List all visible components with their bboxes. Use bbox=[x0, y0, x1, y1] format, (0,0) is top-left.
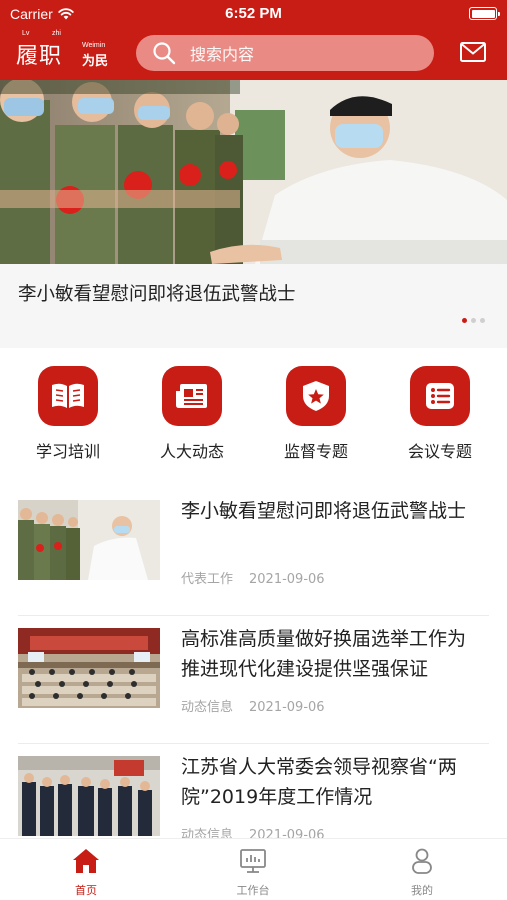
news-title: 江苏省人大常委会领导视察省“两院”2019年度工作情况 bbox=[181, 756, 457, 808]
news-meta: 动态信息 2021-09-06 bbox=[181, 696, 325, 715]
news-thumbnail bbox=[18, 500, 160, 580]
battery-icon bbox=[469, 7, 500, 20]
carousel-dot bbox=[480, 318, 485, 323]
category-study-training[interactable]: 学习培训 bbox=[18, 366, 118, 462]
news-thumbnail-image bbox=[18, 628, 160, 708]
newspaper-icon-tile bbox=[162, 366, 222, 426]
carousel-dot-active bbox=[462, 318, 467, 323]
list-icon-tile bbox=[410, 366, 470, 426]
carousel-indicator bbox=[462, 318, 485, 323]
logo-small-pinyin: Weimin bbox=[82, 42, 106, 49]
list-icon bbox=[426, 383, 454, 409]
user-icon bbox=[412, 848, 432, 874]
carousel-dot bbox=[471, 318, 476, 323]
banner-carousel[interactable] bbox=[0, 80, 507, 264]
tab-label: 工作台 bbox=[236, 884, 270, 897]
news-thumbnail bbox=[18, 756, 160, 836]
search-icon bbox=[153, 42, 176, 65]
category-label: 人大动态 bbox=[159, 442, 224, 461]
news-thumbnail bbox=[18, 628, 160, 708]
banner-image bbox=[0, 80, 507, 264]
police-badge-icon-tile bbox=[286, 366, 346, 426]
book-icon-tile bbox=[38, 366, 98, 426]
home-icon bbox=[73, 849, 99, 873]
logo-pinyin-2: zhi bbox=[52, 30, 61, 37]
tab-profile[interactable]: 我的 bbox=[382, 847, 462, 898]
search-placeholder: 搜索内容 bbox=[190, 45, 255, 64]
app-header: Carrier 6:52 PM Lv zhi 履职 Weimin 为民 搜索内容 bbox=[0, 0, 507, 80]
banner-caption: 李小敏看望慰问即将退伍武警战士 bbox=[18, 284, 296, 305]
clock: 6:52 PM bbox=[225, 5, 282, 22]
monitor-icon bbox=[240, 849, 266, 873]
news-category: 代表工作 bbox=[181, 572, 234, 587]
news-thumbnail-image bbox=[18, 500, 160, 580]
news-item[interactable]: 李小敏看望慰问即将退伍武警战士 代表工作 2021-09-06 bbox=[0, 488, 507, 616]
news-title: 李小敏看望慰问即将退伍武警战士 bbox=[181, 500, 467, 522]
news-title: 高标准高质量做好换届选举工作为推进现代化建设提供坚强保证 bbox=[181, 628, 467, 680]
logo-text: 履职 bbox=[16, 44, 63, 69]
category-label: 监督专题 bbox=[283, 442, 348, 461]
search-bar[interactable]: 搜索内容 bbox=[136, 35, 434, 71]
news-thumbnail-image bbox=[18, 756, 160, 836]
tab-label: 我的 bbox=[411, 884, 433, 897]
tab-home[interactable]: 首页 bbox=[46, 847, 126, 898]
mail-icon[interactable] bbox=[459, 41, 487, 63]
banner-caption-panel[interactable]: 李小敏看望慰问即将退伍武警战士 bbox=[0, 264, 507, 348]
news-date: 2021-09-06 bbox=[249, 572, 325, 587]
category-label: 学习培训 bbox=[35, 442, 100, 461]
news-meta: 代表工作 2021-09-06 bbox=[181, 568, 325, 587]
logo-pinyin-1: Lv bbox=[22, 30, 30, 37]
category-supervision[interactable]: 监督专题 bbox=[266, 366, 366, 462]
news-date: 2021-09-06 bbox=[249, 700, 325, 715]
category-label: 会议专题 bbox=[407, 442, 472, 461]
logo-subtext: 为民 bbox=[82, 54, 109, 69]
news-item[interactable]: 高标准高质量做好换届选举工作为推进现代化建设提供坚强保证 动态信息 2021-09… bbox=[0, 616, 507, 744]
book-icon bbox=[52, 383, 84, 408]
tab-label: 首页 bbox=[75, 884, 97, 897]
newspaper-icon bbox=[176, 384, 207, 408]
app-logo: Lv zhi 履职 Weimin 为民 bbox=[16, 30, 116, 72]
category-grid: 学习培训 人大动态 监督专题 会议专题 bbox=[0, 360, 507, 470]
tab-bar: 首页 工作台 我的 bbox=[0, 838, 507, 900]
category-meetings[interactable]: 会议专题 bbox=[390, 366, 490, 462]
status-bar: Carrier 6:52 PM bbox=[0, 0, 507, 28]
category-npc-news[interactable]: 人大动态 bbox=[142, 366, 242, 462]
news-category: 动态信息 bbox=[181, 700, 234, 715]
tab-workbench[interactable]: 工作台 bbox=[213, 847, 293, 898]
police-badge-icon bbox=[303, 381, 329, 411]
